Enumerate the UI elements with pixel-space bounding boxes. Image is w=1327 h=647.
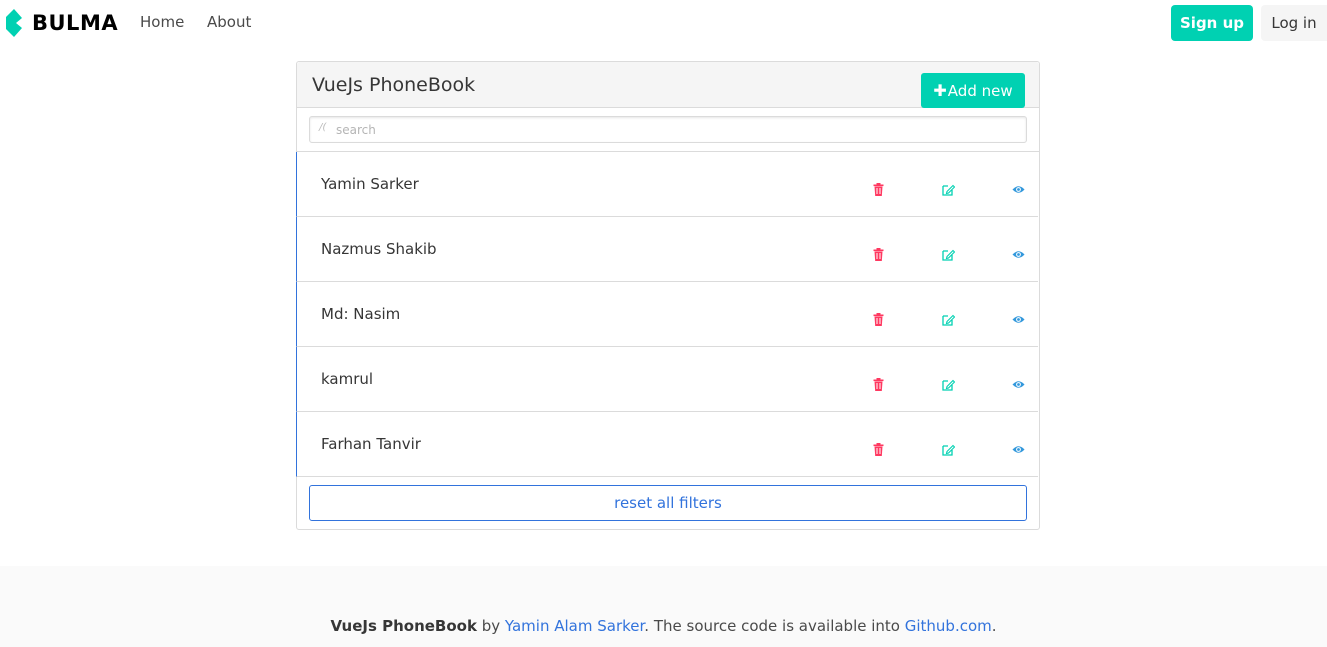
plus-icon: ✚ bbox=[933, 81, 947, 100]
footer-github-link[interactable]: Github.com bbox=[905, 617, 992, 635]
search-input[interactable] bbox=[336, 119, 1016, 140]
contact-row[interactable]: Yamin Sarker bbox=[296, 152, 1038, 217]
signup-button[interactable]: Sign up bbox=[1171, 5, 1253, 41]
panel-title: VueJs PhoneBook bbox=[312, 74, 476, 96]
contact-row[interactable]: Farhan Tanvir bbox=[296, 412, 1038, 477]
eye-icon[interactable] bbox=[1011, 377, 1025, 391]
trash-icon[interactable] bbox=[871, 247, 885, 261]
reset-block: reset all filters bbox=[297, 477, 1039, 529]
contact-list: Yamin Sarker Nazmus Shakib Md: Nasim kam… bbox=[296, 152, 1039, 477]
add-new-label: Add new bbox=[947, 81, 1013, 100]
contact-name: Md: Nasim bbox=[321, 305, 401, 323]
search-icon: /( bbox=[319, 122, 327, 133]
search-control: /( bbox=[309, 116, 1027, 143]
trash-icon[interactable] bbox=[871, 312, 885, 326]
nav-link-about[interactable]: About bbox=[207, 13, 251, 31]
contact-name: kamrul bbox=[321, 370, 374, 388]
edit-icon[interactable] bbox=[941, 377, 955, 391]
trash-icon[interactable] bbox=[871, 182, 885, 196]
brand-name: BULMA bbox=[32, 11, 119, 35]
reset-filters-button[interactable]: reset all filters bbox=[309, 485, 1027, 521]
edit-icon[interactable] bbox=[941, 442, 955, 456]
eye-icon[interactable] bbox=[1011, 247, 1025, 261]
login-button[interactable]: Log in bbox=[1261, 5, 1327, 41]
search-block: /( bbox=[297, 108, 1039, 152]
contact-name: Nazmus Shakib bbox=[321, 240, 437, 258]
footer-end: . bbox=[991, 617, 997, 635]
footer-app-name: VueJs PhoneBook bbox=[330, 617, 477, 635]
contact-name: Yamin Sarker bbox=[321, 175, 419, 193]
footer-author-link[interactable]: Yamin Alam Sarker bbox=[505, 617, 644, 635]
trash-icon[interactable] bbox=[871, 377, 885, 391]
footer-text: VueJs PhoneBook by Yamin Alam Sarker. Th… bbox=[0, 617, 1327, 635]
contact-name: Farhan Tanvir bbox=[321, 435, 421, 453]
add-new-button[interactable]: ✚ Add new bbox=[921, 73, 1025, 108]
eye-icon[interactable] bbox=[1011, 182, 1025, 196]
contact-row[interactable]: kamrul bbox=[296, 347, 1038, 412]
eye-icon[interactable] bbox=[1011, 312, 1025, 326]
edit-icon[interactable] bbox=[941, 312, 955, 326]
bulma-logo-icon bbox=[6, 9, 22, 37]
edit-icon[interactable] bbox=[941, 182, 955, 196]
edit-icon[interactable] bbox=[941, 247, 955, 261]
navbar: BULMA Home About Sign up Log in bbox=[0, 0, 1327, 46]
panel-heading: VueJs PhoneBook ✚ Add new bbox=[297, 62, 1039, 108]
contact-row[interactable]: Md: Nasim bbox=[296, 282, 1038, 347]
contact-row[interactable]: Nazmus Shakib bbox=[296, 217, 1038, 282]
eye-icon[interactable] bbox=[1011, 442, 1025, 456]
footer-middle-text: . The source code is available into bbox=[644, 617, 905, 635]
nav-link-home[interactable]: Home bbox=[140, 13, 184, 31]
trash-icon[interactable] bbox=[871, 442, 885, 456]
phonebook-panel: VueJs PhoneBook ✚ Add new /( Yamin Sarke… bbox=[296, 61, 1040, 530]
brand-logo-link[interactable]: BULMA bbox=[4, 8, 118, 38]
footer-by: by bbox=[476, 617, 505, 635]
footer: VueJs PhoneBook by Yamin Alam Sarker. Th… bbox=[0, 566, 1327, 647]
